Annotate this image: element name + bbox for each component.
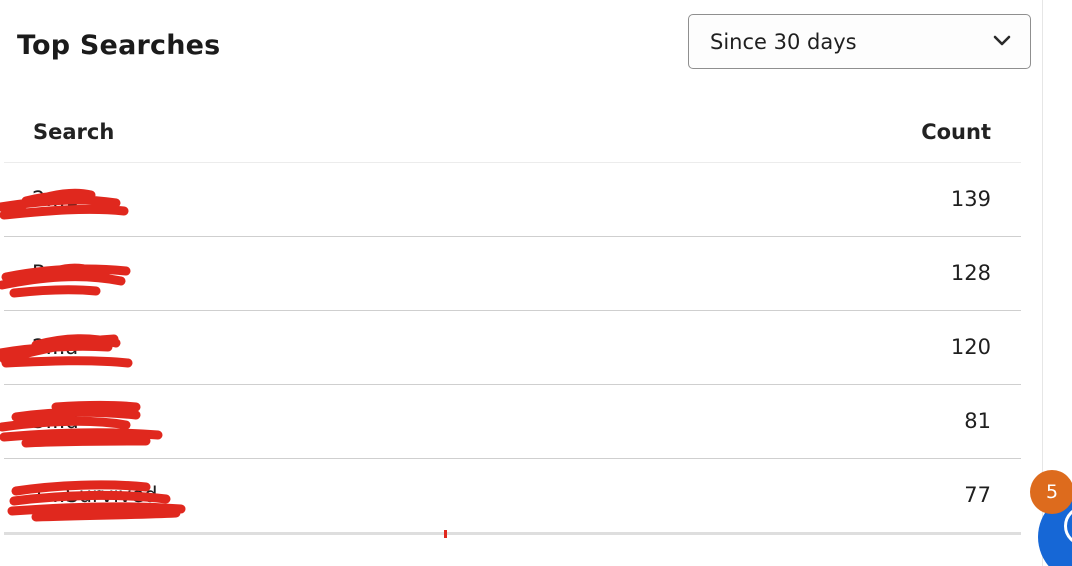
date-range-selected: Since 30 days [710, 30, 857, 54]
table-row[interactable]: P...a 128 [0, 237, 1021, 311]
search-term: 1...Survived [32, 483, 158, 507]
search-count: 81 [964, 409, 991, 433]
notification-badge[interactable]: 5 [1030, 470, 1072, 514]
search-term: P...a [32, 261, 75, 285]
table-row[interactable]: 3...d 81 [0, 385, 1021, 459]
column-header-count[interactable]: Count [921, 120, 991, 144]
chat-icon [1064, 506, 1072, 546]
search-count: 128 [950, 261, 991, 285]
table-header: Search Count [4, 100, 1021, 163]
search-term: 2...a [32, 335, 79, 359]
search-count: 120 [950, 335, 991, 359]
search-term: 2...1 [32, 187, 79, 211]
chart-tick-mark [444, 530, 447, 538]
top-searches-table: Search Count 2...1 139 P...a 128 2...a 1… [0, 100, 1021, 535]
redaction-scribble [0, 401, 163, 448]
search-count: 139 [950, 187, 991, 211]
panel-title: Top Searches [17, 30, 221, 61]
chevron-down-icon [993, 35, 1011, 46]
search-term: 3...d [32, 409, 79, 433]
table-row[interactable]: 2...a 120 [0, 311, 1021, 385]
table-row[interactable]: 2...1 139 [0, 163, 1021, 237]
date-range-dropdown[interactable]: Since 30 days [688, 14, 1031, 69]
table-row[interactable]: 1...Survived 77 [4, 459, 1021, 535]
top-searches-page: Top Searches Since 30 days Search Count … [0, 0, 1072, 566]
column-header-search[interactable]: Search [33, 120, 114, 144]
search-count: 77 [964, 483, 991, 507]
